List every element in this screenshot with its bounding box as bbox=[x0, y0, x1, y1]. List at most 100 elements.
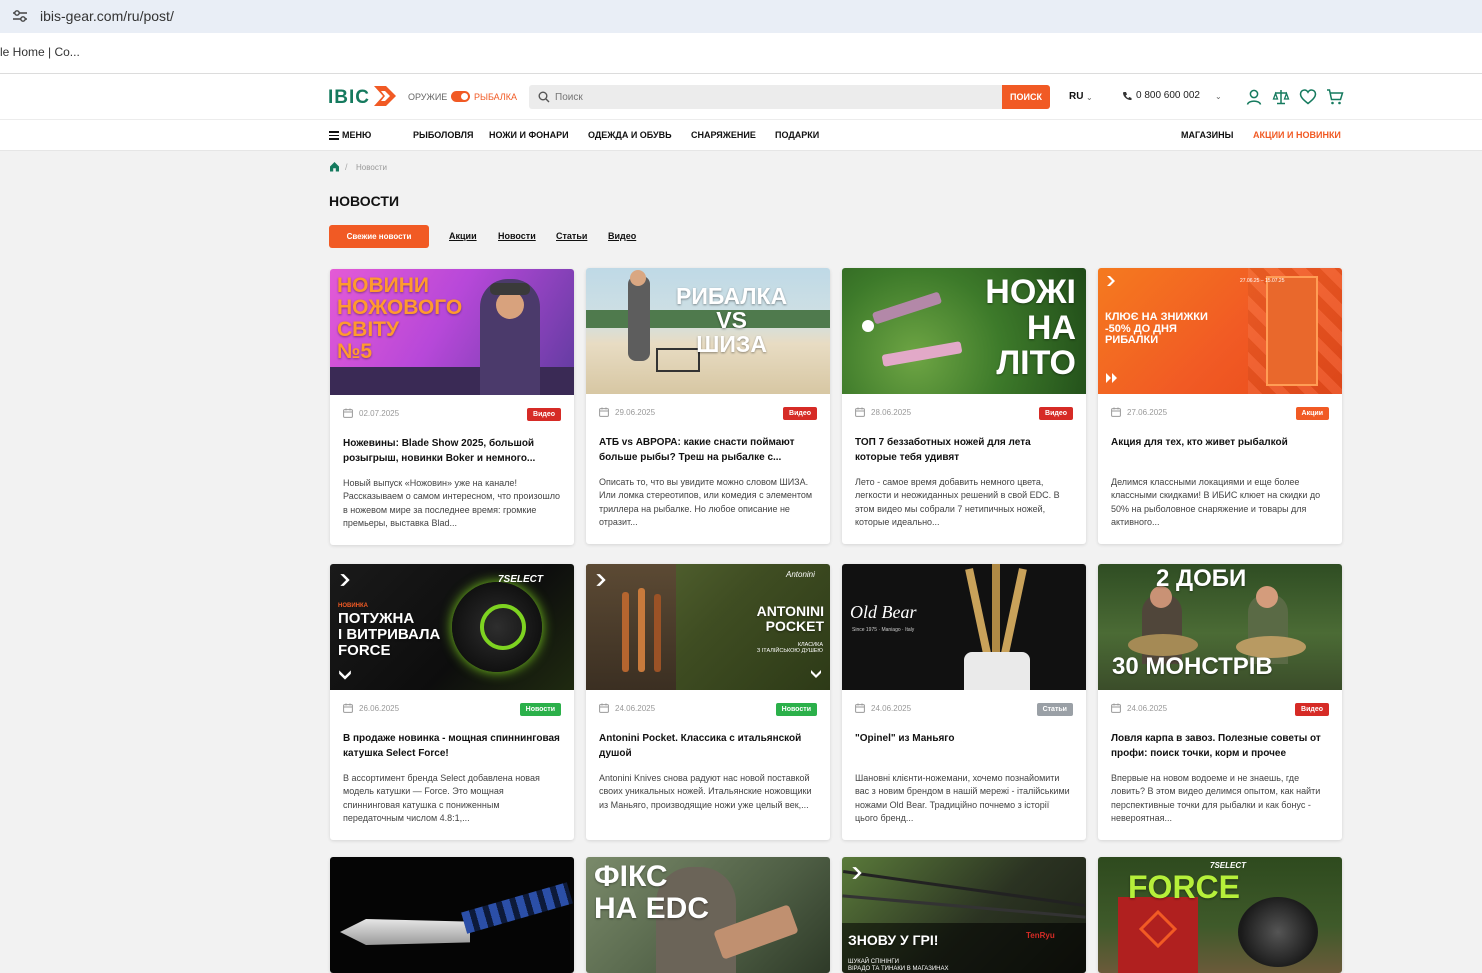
toggle-fishing-label[interactable]: РЫБАЛКА bbox=[474, 92, 517, 102]
cart-icon[interactable] bbox=[1326, 88, 1344, 106]
bookmarks-bar: le Home | Co... bbox=[0, 33, 1482, 74]
date-text: 28.06.2025 bbox=[871, 408, 912, 417]
card-excerpt: Описать то, что вы увидите можно словом … bbox=[599, 477, 813, 527]
calendar-icon bbox=[1111, 407, 1121, 417]
address-bar[interactable]: ibis-gear.com/ru/post/ bbox=[0, 0, 1482, 33]
card-thumbnail: НОВИНИ НОЖОВОГО СВІТУ №5 bbox=[330, 269, 574, 395]
filter-news[interactable]: Новости bbox=[498, 231, 536, 241]
news-card[interactable]: Antonini ANTONINI POCKET КЛАСИКА З ІТАЛІ… bbox=[586, 564, 830, 840]
category-badge: Видео bbox=[527, 408, 561, 421]
card-excerpt: В ассортимент бренда Select добавлена но… bbox=[343, 773, 540, 823]
filter-videos[interactable]: Видео bbox=[608, 231, 636, 241]
category-badge: Видео bbox=[783, 407, 817, 420]
nav-item-clothing[interactable]: ОДЕЖДА И ОБУВЬ bbox=[588, 130, 672, 140]
filter-fresh-news[interactable]: Свежие новости bbox=[329, 225, 429, 248]
news-card[interactable] bbox=[330, 857, 574, 973]
thumb-title: НОВИНИ НОЖОВОГО СВІТУ №5 bbox=[337, 274, 463, 364]
home-icon[interactable] bbox=[329, 161, 340, 172]
logo[interactable]: IBIC bbox=[328, 87, 370, 109]
calendar-icon bbox=[855, 407, 865, 417]
news-card[interactable]: ФІКС НА EDC bbox=[586, 857, 830, 973]
filter-promos[interactable]: Акции bbox=[449, 231, 477, 241]
card-thumbnail: 7SELECT НОВИНКА ПОТУЖНА І ВИТРИВАЛА FORC… bbox=[330, 564, 574, 690]
thumb-title: НОЖІ НА ЛІТО bbox=[985, 273, 1076, 383]
card-title[interactable]: Antonini Pocket. Классика с итальянской … bbox=[599, 731, 817, 761]
calendar-icon bbox=[343, 703, 353, 713]
card-title[interactable]: "Opinel" из Маньяго bbox=[855, 731, 1073, 746]
card-title[interactable]: Акция для тех, кто живет рыбалкой bbox=[1111, 435, 1329, 450]
thumb-title: ПОТУЖНА І ВИТРИВАЛА FORCE bbox=[338, 610, 441, 659]
filter-articles[interactable]: Статьи bbox=[556, 231, 587, 241]
card-title[interactable]: АТБ vs АВРОРА: какие снасти поймают боль… bbox=[599, 435, 817, 465]
card-excerpt: Впервые на новом водоеме и не знаешь, гд… bbox=[1111, 773, 1321, 823]
card-thumbnail: РИБАЛКА VS ШИЗА bbox=[586, 268, 830, 394]
calendar-icon bbox=[343, 408, 353, 418]
nav-item-promo[interactable]: АКЦИИ И НОВИНКИ bbox=[1253, 130, 1341, 140]
card-thumbnail: 7SELECT FORCE bbox=[1098, 857, 1342, 973]
news-card[interactable]: 7SELECT НОВИНКА ПОТУЖНА І ВИТРИВАЛА FORC… bbox=[330, 564, 574, 840]
thumb-title: КЛЮЄ НА ЗНИЖКИ -50% ДО ДНЯ РИБАЛКИ bbox=[1105, 311, 1208, 347]
toggle-weapons-label[interactable]: ОРУЖИЕ bbox=[408, 92, 447, 102]
chevron-right-icon bbox=[596, 574, 606, 586]
page-title: НОВОСТИ bbox=[329, 193, 400, 209]
news-card[interactable]: РИБАЛКА VS ШИЗА 29.06.2025 Видео АТБ vs … bbox=[586, 268, 830, 544]
category-badge: Новости bbox=[775, 703, 817, 716]
category-badge: Видео bbox=[1295, 703, 1329, 716]
card-thumbnail: Antonini ANTONINI POCKET КЛАСИКА З ІТАЛІ… bbox=[586, 564, 830, 690]
thumb-subtitle: Since 1975 · Maniago · Italy bbox=[852, 627, 915, 633]
search-button[interactable]: ПОИСК bbox=[1002, 85, 1050, 109]
card-excerpt: Лето - самое время добавить немного цвет… bbox=[855, 477, 1060, 527]
compare-icon[interactable] bbox=[1272, 88, 1290, 106]
card-title[interactable]: В продаже новинка - мощная спиннинговая … bbox=[343, 731, 561, 761]
thumb-brand: Antonini bbox=[786, 570, 815, 579]
card-excerpt: Antonini Knives снова радуют нас новой п… bbox=[599, 773, 812, 810]
bookmark-item[interactable]: le Home | Co... bbox=[0, 45, 80, 59]
news-card[interactable]: НОЖІ НА ЛІТО 28.06.2025 Видео ТОП 7 безз… bbox=[842, 268, 1086, 544]
card-thumbnail: ФІКС НА EDC bbox=[586, 857, 830, 973]
card-thumbnail: Old Bear Since 1975 · Maniago · Italy bbox=[842, 564, 1086, 690]
news-card[interactable]: Old Bear Since 1975 · Maniago · Italy 24… bbox=[842, 564, 1086, 840]
calendar-icon bbox=[855, 703, 865, 713]
phone-number[interactable]: 0 800 600 002 bbox=[1136, 90, 1200, 101]
thumb-subtitle: ШУКАЙ СПІНІНГИ ВІРАДО ТА ТИНАКИ В МАГАЗИ… bbox=[848, 959, 949, 972]
chevron-right-icon bbox=[1107, 276, 1115, 286]
date-text: 02.07.2025 bbox=[359, 409, 400, 418]
date-text: 27.06.2025 bbox=[1127, 408, 1168, 417]
site-info-icon[interactable] bbox=[12, 9, 28, 23]
card-thumbnail: 27.06.25 – 15.07.25 КЛЮЄ НА ЗНИЖКИ -50% … bbox=[1098, 268, 1342, 394]
nav-item-stores[interactable]: МАГАЗИНЫ bbox=[1181, 130, 1233, 140]
url-text: ibis-gear.com/ru/post/ bbox=[40, 8, 174, 24]
menu-icon[interactable] bbox=[329, 131, 339, 140]
news-card[interactable]: 2 ДОБИ 30 МОНСТРІВ 24.06.2025 Видео Ловл… bbox=[1098, 564, 1342, 840]
card-title[interactable]: Ножевины: Blade Show 2025, большой розыг… bbox=[343, 436, 561, 466]
card-excerpt: Шановні клієнти-ножемани, хочемо познайо… bbox=[855, 773, 1070, 823]
menu-button[interactable]: МЕНЮ bbox=[342, 130, 371, 140]
chevron-down-icon: ⌄ bbox=[1086, 93, 1093, 102]
user-icon[interactable] bbox=[1245, 88, 1263, 106]
news-card[interactable]: 7SELECT FORCE bbox=[1098, 857, 1342, 973]
card-title[interactable]: ТОП 7 беззаботных ножей для лета которые… bbox=[855, 435, 1073, 465]
thumb-subtitle: 30 МОНСТРІВ bbox=[1112, 653, 1273, 680]
nav-item-knives[interactable]: НОЖИ И ФОНАРИ bbox=[489, 130, 569, 140]
logo-arrow-icon bbox=[374, 86, 396, 106]
nav-item-gear[interactable]: СНАРЯЖЕНИЕ bbox=[691, 130, 756, 140]
card-title[interactable]: Ловля карпа в завоз. Полезные советы от … bbox=[1111, 731, 1329, 761]
news-card[interactable]: НОВИНИ НОЖОВОГО СВІТУ №5 02.07.2025 Виде… bbox=[330, 269, 574, 545]
phone-icon bbox=[1122, 92, 1132, 101]
news-card[interactable]: 27.06.25 – 15.07.25 КЛЮЄ НА ЗНИЖКИ -50% … bbox=[1098, 268, 1342, 544]
calendar-icon bbox=[599, 407, 609, 417]
category-badge: Статьи bbox=[1036, 703, 1073, 716]
language-selector[interactable]: RU bbox=[1069, 91, 1083, 102]
category-toggle[interactable] bbox=[451, 91, 470, 102]
thumb-title: ФІКС НА EDC bbox=[594, 860, 710, 925]
search-input[interactable] bbox=[555, 88, 985, 106]
main-nav: МЕНЮ РЫБОЛОВЛЯ НОЖИ И ФОНАРИ ОДЕЖДА И ОБ… bbox=[0, 120, 1482, 151]
news-card[interactable]: TenRyu ЗНОВУ У ГРІ! ШУКАЙ СПІНІНГИ ВІРАД… bbox=[842, 857, 1086, 973]
nav-item-gifts[interactable]: ПОДАРКИ bbox=[775, 130, 819, 140]
chevron-down-icon: ⌄ bbox=[1215, 92, 1222, 101]
chevron-down-icon bbox=[339, 670, 351, 680]
heart-icon[interactable] bbox=[1299, 88, 1317, 106]
category-badge: Видео bbox=[1039, 407, 1073, 420]
card-thumbnail: TenRyu ЗНОВУ У ГРІ! ШУКАЙ СПІНІНГИ ВІРАД… bbox=[842, 857, 1086, 973]
nav-item-fishing[interactable]: РЫБОЛОВЛЯ bbox=[413, 130, 473, 140]
